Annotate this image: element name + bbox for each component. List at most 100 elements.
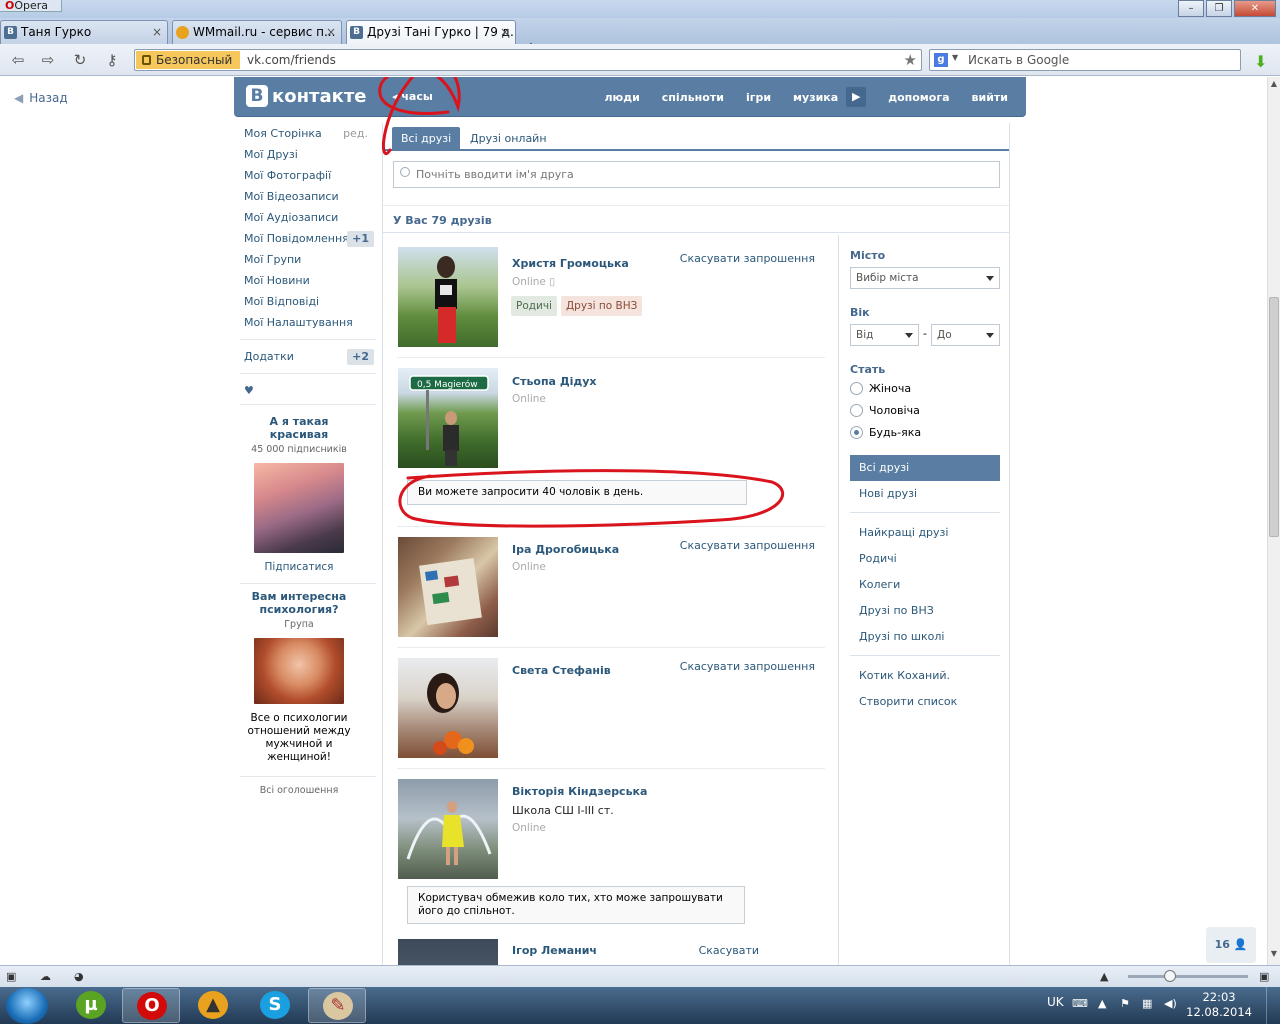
browser-tab-3-active[interactable]: В Друзі Тані Гурко | 79 д... × xyxy=(346,20,516,45)
search-field[interactable]: g ▼ Искать в Google xyxy=(929,49,1241,71)
menu-my-answers[interactable]: Мої Відповіді xyxy=(238,291,376,312)
reload-icon[interactable]: ↻ xyxy=(70,50,90,70)
tray-expand-icon[interactable]: ▲ xyxy=(1098,997,1106,1010)
menu-my-videos[interactable]: Мої Відеозаписи xyxy=(238,186,376,207)
bookmark-star-icon[interactable]: ★ xyxy=(904,51,917,69)
taskbar-skype[interactable]: S xyxy=(246,988,304,1023)
zoom-fit-icon[interactable]: ▣ xyxy=(1259,970,1273,983)
restore-button[interactable]: ❐ xyxy=(1206,0,1232,17)
language-indicator[interactable]: UK xyxy=(1047,995,1064,1009)
keyboard-icon[interactable]: ⌨ xyxy=(1072,997,1088,1010)
ad-block-1[interactable]: А я такая красивая 45 000 підписників Пі… xyxy=(240,415,358,573)
cancel-invite-link[interactable]: Скасувати запрошення xyxy=(680,660,815,673)
scroll-up-arrow-icon[interactable]: ▲ xyxy=(1268,79,1280,93)
friend-name[interactable]: Вікторія Кіндзерська xyxy=(512,785,647,798)
flag-icon[interactable]: ⚑ xyxy=(1120,997,1130,1010)
list-school-friends[interactable]: Друзі по школі xyxy=(850,624,1000,650)
list-custom-kotyk[interactable]: Котик Коханий. xyxy=(850,663,1000,689)
friend-photo[interactable]: 0,5 Magierów xyxy=(398,368,498,468)
list-relatives[interactable]: Родичі xyxy=(850,546,1000,572)
minimize-button[interactable]: – xyxy=(1178,0,1204,17)
create-list-link[interactable]: Створити список xyxy=(850,689,1000,715)
scroll-thumb[interactable] xyxy=(1269,297,1279,537)
url-text[interactable]: vk.com/friends xyxy=(247,50,336,70)
online-friends-counter[interactable]: 16 👤 xyxy=(1206,927,1256,963)
system-clock[interactable]: 22:03 12.08.2014 xyxy=(1186,990,1252,1020)
cancel-invite-link[interactable]: Скасувати запрошення xyxy=(680,252,815,265)
friend-photo[interactable] xyxy=(398,537,498,637)
menu-my-audio[interactable]: Мої Аудіозаписи xyxy=(238,207,376,228)
tab-friends-online[interactable]: Друзі онлайн xyxy=(461,127,556,151)
turbo-icon[interactable]: ◕ xyxy=(74,970,88,983)
nav-help[interactable]: допомога xyxy=(888,91,949,104)
address-bar[interactable]: Безопасный vk.com/friends ★ xyxy=(134,49,922,71)
city-select[interactable]: Вибір міста xyxy=(850,267,1000,289)
menu-my-photos[interactable]: Мої Фотографії xyxy=(238,165,376,186)
security-badge[interactable]: Безопасный xyxy=(136,51,241,69)
cloud-icon[interactable]: ☁ xyxy=(40,970,54,983)
friend-photo[interactable] xyxy=(398,939,498,965)
menu-my-news[interactable]: Мої Новини xyxy=(238,270,376,291)
age-from-select[interactable]: Від xyxy=(850,324,919,346)
menu-apps[interactable]: Додатки +2 xyxy=(238,346,376,367)
friend-search-input[interactable]: Почніть вводити ім'я друга xyxy=(393,161,1000,188)
ad-block-2[interactable]: Вам интересна психология? Група Все о пс… xyxy=(240,590,358,764)
panel-toggle-icon[interactable]: ▣ xyxy=(6,970,20,983)
taskbar-utorrent[interactable]: µ xyxy=(62,988,120,1023)
tag-university[interactable]: Друзі по ВНЗ xyxy=(560,296,643,316)
friend-photo[interactable] xyxy=(398,247,498,347)
list-colleagues[interactable]: Колеги xyxy=(850,572,1000,598)
close-tab-icon[interactable]: × xyxy=(326,21,336,43)
menu-my-groups[interactable]: Мої Групи xyxy=(238,249,376,270)
windows-start-button[interactable] xyxy=(6,988,48,1024)
sex-any-radio[interactable]: Будь-яка xyxy=(850,425,921,441)
forward-arrow-icon[interactable]: ⇨ xyxy=(38,50,58,70)
nav-communities[interactable]: спільноти xyxy=(662,91,724,104)
cancel-invite-link[interactable]: Скасувати запрошення xyxy=(680,539,815,552)
nav-logout[interactable]: вийти xyxy=(972,91,1008,104)
edit-link[interactable]: ред. xyxy=(343,123,368,144)
ad-image-1[interactable] xyxy=(254,463,344,553)
cancel-invite-link[interactable]: Скасувати xyxy=(699,944,759,957)
friend-photo[interactable] xyxy=(398,658,498,758)
friend-name[interactable]: Стьопа Дідух xyxy=(512,375,597,388)
nav-games[interactable]: ігри xyxy=(746,91,771,104)
volume-icon[interactable]: ◀) xyxy=(1164,997,1177,1010)
age-to-select[interactable]: До xyxy=(931,324,1000,346)
list-new-friends[interactable]: Нові друзі xyxy=(850,481,1000,507)
friend-name[interactable]: Света Стефанів xyxy=(512,664,611,677)
close-tab-icon[interactable]: × xyxy=(152,21,162,43)
close-tab-icon[interactable]: × xyxy=(500,21,510,43)
scroll-down-arrow-icon[interactable]: ▼ xyxy=(1268,949,1280,963)
key-icon[interactable]: ⚷ xyxy=(102,50,122,70)
menu-my-settings[interactable]: Мої Налаштування xyxy=(238,312,376,333)
nav-people[interactable]: люди xyxy=(604,91,639,104)
sex-male-radio[interactable]: Чоловіча xyxy=(850,403,920,419)
browser-tab-1[interactable]: В Таня Гурко × xyxy=(0,20,168,44)
menu-my-messages[interactable]: Мої Повідомлення +1 xyxy=(238,228,376,249)
friend-name[interactable]: Ігор Леманич xyxy=(512,944,597,957)
all-ads-link[interactable]: Всі оголошення xyxy=(260,785,339,796)
opera-menu-button[interactable]: OOpera xyxy=(0,0,62,12)
ad-title[interactable]: А я такая красивая xyxy=(244,415,354,441)
list-best-friends[interactable]: Найкращі друзі xyxy=(850,520,1000,546)
friend-name[interactable]: Іра Дрогобицька xyxy=(512,543,619,556)
menu-my-friends[interactable]: Мої Друзі xyxy=(238,144,376,165)
vertical-scrollbar[interactable]: ▲ ▼ xyxy=(1267,77,1280,965)
heart-icon[interactable]: ♥ xyxy=(238,380,376,402)
vk-logo[interactable]: В контакте xyxy=(246,85,366,107)
friend-name[interactable]: Христя Громоцька xyxy=(512,257,629,270)
list-university-friends[interactable]: Друзі по ВНЗ xyxy=(850,598,1000,624)
tag-relatives[interactable]: Родичі xyxy=(511,296,557,316)
network-icon[interactable]: ▦ xyxy=(1142,997,1152,1010)
ad-title[interactable]: Вам интересна психология? xyxy=(244,590,354,616)
chevron-down-icon[interactable]: ▼ xyxy=(952,53,958,62)
taskbar-opera[interactable]: O xyxy=(122,988,180,1023)
show-desktop-button[interactable] xyxy=(1266,987,1280,1024)
close-window-button[interactable]: ✕ xyxy=(1234,0,1276,17)
taskbar-aimp[interactable]: ▲ xyxy=(184,988,242,1023)
clock-widget[interactable]: ◂ часы xyxy=(392,90,433,103)
zoom-slider-knob[interactable] xyxy=(1164,970,1176,982)
tab-all-friends[interactable]: Всі друзі xyxy=(392,127,461,151)
menu-my-page[interactable]: Моя Сторінка ред. xyxy=(238,123,376,144)
